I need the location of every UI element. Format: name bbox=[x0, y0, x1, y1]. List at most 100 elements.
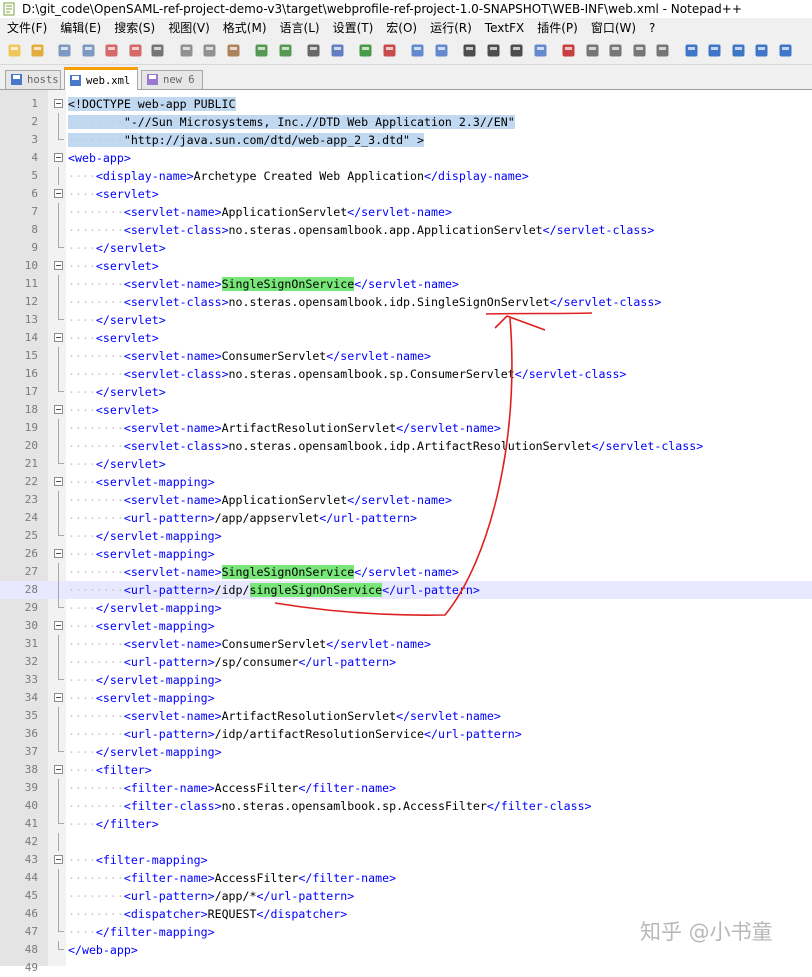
code-line[interactable]: 32 ········<url-pattern>/sp/consumer</url… bbox=[0, 653, 812, 671]
close-all-icon[interactable] bbox=[127, 42, 144, 59]
fold-toggle-icon[interactable] bbox=[54, 333, 63, 342]
code-line[interactable]: 12 ········<servlet-class>no.steras.opens… bbox=[0, 293, 812, 311]
code-line[interactable]: 19 ········<servlet-name>ArtifactResoluti… bbox=[0, 419, 812, 437]
paste-icon[interactable] bbox=[225, 42, 242, 59]
sync-horizontal-icon[interactable] bbox=[433, 42, 450, 59]
save-all-icon[interactable] bbox=[80, 42, 97, 59]
code-line[interactable]: 3 ········"http://java.sun.com/dtd/web-ap… bbox=[0, 131, 812, 149]
code-line[interactable]: 49 bbox=[0, 959, 812, 977]
code-line[interactable]: 22 ····<servlet-mapping> bbox=[0, 473, 812, 491]
new-file-icon[interactable] bbox=[6, 42, 23, 59]
menu-item[interactable]: ? bbox=[642, 18, 661, 38]
record-macro-icon[interactable] bbox=[560, 42, 577, 59]
code-line[interactable]: 27 ········<servlet-name>SingleSignOnServ… bbox=[0, 563, 812, 581]
stop-record-icon[interactable] bbox=[584, 42, 601, 59]
fold-toggle-icon[interactable] bbox=[54, 693, 63, 702]
code-line[interactable]: 23 ········<servlet-name>ApplicationServl… bbox=[0, 491, 812, 509]
zoom-out-icon[interactable] bbox=[381, 42, 398, 59]
fold-toggle-icon[interactable] bbox=[54, 99, 63, 108]
code-line[interactable]: 45 ········<url-pattern>/app/*</url-patte… bbox=[0, 887, 812, 905]
code-line[interactable]: 26 ····<servlet-mapping> bbox=[0, 545, 812, 563]
code-line[interactable]: 18 ····<servlet> bbox=[0, 401, 812, 419]
save-macro-icon[interactable] bbox=[654, 42, 671, 59]
code-line[interactable]: 35 ········<servlet-name>ArtifactResoluti… bbox=[0, 707, 812, 725]
code-line[interactable]: 36 ········<url-pattern>/idp/artifactReso… bbox=[0, 725, 812, 743]
code-line[interactable]: 10 ····<servlet> bbox=[0, 257, 812, 275]
code-line[interactable]: 25 ····</servlet-mapping> bbox=[0, 527, 812, 545]
code-line[interactable]: 34 ····<servlet-mapping> bbox=[0, 689, 812, 707]
code-line[interactable]: 41 ····</filter> bbox=[0, 815, 812, 833]
spell-icon[interactable] bbox=[777, 42, 794, 59]
fold-toggle-icon[interactable] bbox=[54, 405, 63, 414]
tab-web-xml[interactable]: web.xml bbox=[64, 67, 138, 90]
word-wrap-icon[interactable] bbox=[461, 42, 478, 59]
open-file-icon[interactable] bbox=[29, 42, 46, 59]
print-icon[interactable] bbox=[149, 42, 166, 59]
sync-vertical-icon[interactable] bbox=[409, 42, 426, 59]
code-line[interactable]: 9 ····</servlet> bbox=[0, 239, 812, 257]
user-lang-icon[interactable] bbox=[532, 42, 549, 59]
menu-item[interactable]: 格式(M) bbox=[216, 18, 273, 38]
code-line[interactable]: 15 ········<servlet-name>ConsumerServlet<… bbox=[0, 347, 812, 365]
code-line[interactable]: 1 <!DOCTYPE web-app PUBLIC bbox=[0, 95, 812, 113]
undo-icon[interactable] bbox=[253, 42, 270, 59]
fold-toggle-icon[interactable] bbox=[54, 153, 63, 162]
menu-item[interactable]: TextFX bbox=[478, 18, 530, 38]
arrow-up-icon[interactable] bbox=[706, 42, 723, 59]
code-line[interactable]: 16 ········<servlet-class>no.steras.opens… bbox=[0, 365, 812, 383]
close-icon[interactable] bbox=[103, 42, 120, 59]
code-line[interactable]: 31 ········<servlet-name>ConsumerServlet<… bbox=[0, 635, 812, 653]
find-icon[interactable] bbox=[305, 42, 322, 59]
menu-item[interactable]: 搜索(S) bbox=[107, 18, 161, 38]
code-line[interactable]: 5 ····<display-name>Archetype Created Web… bbox=[0, 167, 812, 185]
replace-icon[interactable] bbox=[329, 42, 346, 59]
indent-guide-icon[interactable] bbox=[508, 42, 525, 59]
menu-item[interactable]: 视图(V) bbox=[161, 18, 216, 38]
arrow-left-icon[interactable] bbox=[753, 42, 770, 59]
fold-toggle-icon[interactable] bbox=[54, 621, 63, 630]
code-line[interactable]: 39 ········<filter-name>AccessFilter</fil… bbox=[0, 779, 812, 797]
arrow-down-icon[interactable] bbox=[730, 42, 747, 59]
fold-toggle-icon[interactable] bbox=[54, 261, 63, 270]
menu-item[interactable]: 运行(R) bbox=[423, 18, 478, 38]
menu-item[interactable]: 插件(P) bbox=[530, 18, 584, 38]
menu-item[interactable]: 文件(F) bbox=[0, 18, 53, 38]
code-line[interactable]: 40 ········<filter-class>no.steras.opensa… bbox=[0, 797, 812, 815]
code-line[interactable]: 42 bbox=[0, 833, 812, 851]
code-line[interactable]: 13 ····</servlet> bbox=[0, 311, 812, 329]
menu-item[interactable]: 设置(T) bbox=[326, 18, 380, 38]
code-line[interactable]: 6 ····<servlet> bbox=[0, 185, 812, 203]
code-line[interactable]: 44 ········<filter-name>AccessFilter</fil… bbox=[0, 869, 812, 887]
code-line[interactable]: 28 ········<url-pattern>/idp/singleSignOn… bbox=[0, 581, 812, 599]
code-line[interactable]: 33 ····</servlet-mapping> bbox=[0, 671, 812, 689]
fold-toggle-icon[interactable] bbox=[54, 477, 63, 486]
fold-toggle-icon[interactable] bbox=[54, 765, 63, 774]
menu-item[interactable]: 编辑(E) bbox=[53, 18, 107, 38]
trim-icon[interactable] bbox=[683, 42, 700, 59]
code-line[interactable]: 20 ········<servlet-class>no.steras.opens… bbox=[0, 437, 812, 455]
code-line[interactable]: 38 ····<filter> bbox=[0, 761, 812, 779]
code-line[interactable]: 29 ····</servlet-mapping> bbox=[0, 599, 812, 617]
zoom-in-icon[interactable] bbox=[357, 42, 374, 59]
code-line[interactable]: 37 ····</servlet-mapping> bbox=[0, 743, 812, 761]
menu-item[interactable]: 窗口(W) bbox=[584, 18, 642, 38]
code-line[interactable]: 24 ········<url-pattern>/app/appservlet</… bbox=[0, 509, 812, 527]
fold-toggle-icon[interactable] bbox=[54, 549, 63, 558]
code-line[interactable]: 30 ····<servlet-mapping> bbox=[0, 617, 812, 635]
code-line[interactable]: 7 ········<servlet-name>ApplicationServle… bbox=[0, 203, 812, 221]
code-line[interactable]: 14 ····<servlet> bbox=[0, 329, 812, 347]
code-line[interactable]: 17 ····</servlet> bbox=[0, 383, 812, 401]
play-macro-icon[interactable] bbox=[607, 42, 624, 59]
tab-new-6[interactable]: new 6 bbox=[141, 70, 203, 89]
redo-icon[interactable] bbox=[277, 42, 294, 59]
fold-toggle-icon[interactable] bbox=[54, 189, 63, 198]
code-line[interactable]: 21 ····</servlet> bbox=[0, 455, 812, 473]
tab-hosts[interactable]: hosts bbox=[5, 70, 61, 89]
fold-toggle-icon[interactable] bbox=[54, 855, 63, 864]
code-editor[interactable]: 1 <!DOCTYPE web-app PUBLIC 2 ········"-//Su… bbox=[0, 90, 812, 974]
code-line[interactable]: 4 <web-app> bbox=[0, 149, 812, 167]
run-macro-multiple-icon[interactable] bbox=[631, 42, 648, 59]
copy-icon[interactable] bbox=[201, 42, 218, 59]
save-icon[interactable] bbox=[56, 42, 73, 59]
code-line[interactable]: 43 ····<filter-mapping> bbox=[0, 851, 812, 869]
